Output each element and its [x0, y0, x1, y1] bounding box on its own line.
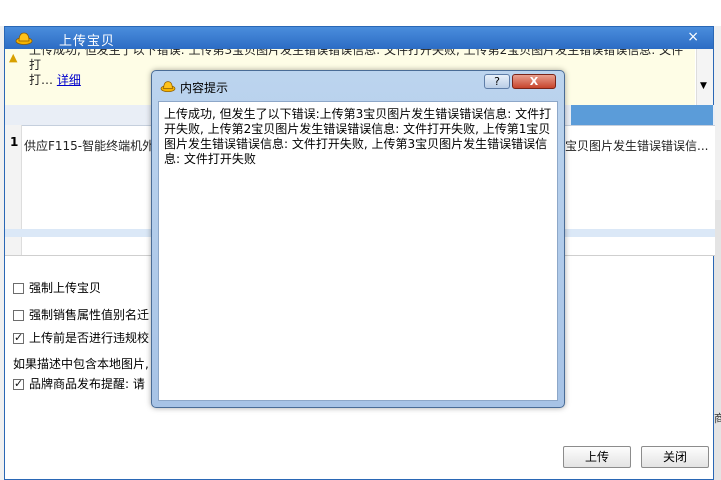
message-dialog: 内容提示 ? X 上传成功, 但发生了以下错误:上传第3宝贝图片发生错误错误信息… — [151, 70, 565, 408]
brand-reminder-option[interactable]: 品牌商品发布提醒: 请 — [13, 375, 145, 392]
force-sales-attr-option[interactable]: 强制销售属性值别名迁 — [13, 306, 149, 323]
dialog-logo-icon — [160, 81, 176, 93]
check-violation-option[interactable]: 上传前是否进行违规校 — [13, 329, 149, 346]
background-right-strip — [714, 200, 721, 480]
force-upload-option[interactable]: 强制上传宝贝 — [13, 279, 101, 296]
help-button[interactable]: ? — [484, 74, 510, 89]
notice-scrollbar[interactable]: ▼ — [696, 49, 713, 105]
warning-icon: ▲ — [9, 51, 18, 64]
notice-tail: 打… — [29, 73, 54, 87]
table-header-selected — [571, 105, 713, 125]
upload-window-title: 上传宝贝 — [59, 34, 116, 49]
dialog-message: 上传成功, 但发生了以下错误:上传第3宝贝图片发生错误错误信息: 文件打开失败,… — [164, 107, 552, 166]
check-violation-checkbox[interactable] — [13, 331, 24, 344]
detail-link[interactable]: 详细 — [57, 73, 81, 87]
app-logo-icon — [15, 32, 33, 45]
upload-button[interactable]: 上传 — [563, 446, 631, 468]
force-sales-attr-checkbox[interactable] — [13, 310, 24, 321]
force-upload-checkbox[interactable] — [13, 283, 24, 294]
dialog-close-button[interactable]: X — [512, 74, 556, 89]
dialog-title: 内容提示 — [180, 81, 229, 95]
row-number: 1 — [10, 135, 19, 149]
upload-window-titlebar[interactable]: 上传宝贝 × — [5, 27, 713, 49]
notice-message: 上传成功, 但发生了以下错误: 上传第3宝贝图片发生错误错误信息: 文件打开失败… — [29, 49, 684, 72]
table-row-status[interactable]: 宝贝图片发生错误错误信... — [565, 137, 713, 154]
background-top-strip — [0, 0, 721, 26]
close-button[interactable]: 关闭 — [641, 446, 709, 468]
table-row-product[interactable]: 供应F115-智能终端机外 — [24, 137, 154, 154]
brand-reminder-label: 品牌商品发布提醒: 请 — [29, 377, 145, 391]
local-image-note: 如果描述中包含本地图片, — [13, 357, 149, 371]
dialog-message-box[interactable]: 上传成功, 但发生了以下错误:上传第3宝贝图片发生错误错误信息: 文件打开失败,… — [158, 101, 558, 401]
brand-reminder-checkbox[interactable] — [13, 377, 24, 390]
check-violation-label: 上传前是否进行违规校 — [29, 331, 150, 345]
scroll-down-icon[interactable]: ▼ — [700, 81, 707, 91]
right-edge-text: 商 — [714, 412, 721, 425]
upload-window-close-icon[interactable]: × — [687, 29, 699, 45]
force-sales-attr-label: 强制销售属性值别名迁 — [29, 308, 150, 322]
force-upload-label: 强制上传宝贝 — [29, 281, 102, 295]
